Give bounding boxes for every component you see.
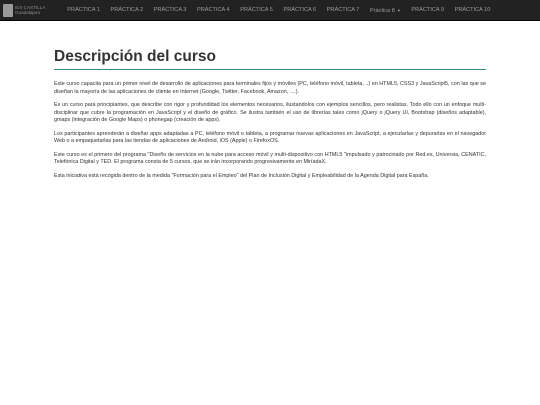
nav-item-practica-10[interactable]: PRÁCTICA 10 — [449, 0, 495, 21]
caret-down-icon: ▼ — [396, 7, 401, 13]
course-paragraph-1: Este curso capacita para un primer nivel… — [54, 81, 486, 95]
nav-dropdown-practica-8[interactable]: Práctica 8 ▼ — [365, 0, 406, 21]
brand-text: IES CASTILLA Guadalajara — [15, 5, 45, 15]
nav-item-practica-9[interactable]: PRÁCTICA 9 — [406, 0, 449, 21]
nav-item-practica-3[interactable]: PRÁCTICA 3 — [148, 0, 191, 21]
nav-item-practica-4[interactable]: PRÁCTICA 4 — [192, 0, 235, 21]
nav-item-practica-5[interactable]: PRÁCTICA 5 — [235, 0, 278, 21]
course-paragraph-4: Este curso es el primero del programa "D… — [54, 151, 486, 166]
nav-item-practica-6[interactable]: PRÁCTICA 6 — [278, 0, 321, 21]
main-content: Descripción del curso Este curso capacit… — [54, 48, 486, 180]
nav-item-practica-7[interactable]: PRÁCTICA 7 — [321, 0, 364, 21]
course-paragraph-3: Los participantes aprenderán a diseñar a… — [54, 130, 486, 145]
nav-item-practica-2[interactable]: PRÁCTICA 2 — [105, 0, 148, 21]
top-navbar: IES CASTILLA Guadalajara PRÁCTICA 1 PRÁC… — [0, 0, 540, 21]
brand-link[interactable]: IES CASTILLA Guadalajara — [0, 0, 56, 21]
course-paragraph-5: Esta iniciativa está recogida dentro de … — [54, 172, 429, 179]
course-paragraph-2: Es un curso para principiantes, que desc… — [54, 102, 486, 123]
page-title: Descripción del curso — [54, 48, 486, 70]
main-nav: PRÁCTICA 1 PRÁCTICA 2 PRÁCTICA 3 PRÁCTIC… — [56, 0, 496, 21]
nav-item-practica-1[interactable]: PRÁCTICA 1 — [62, 0, 105, 21]
brand-line-2: Guadalajara — [15, 10, 41, 15]
school-logo-icon — [3, 3, 13, 17]
